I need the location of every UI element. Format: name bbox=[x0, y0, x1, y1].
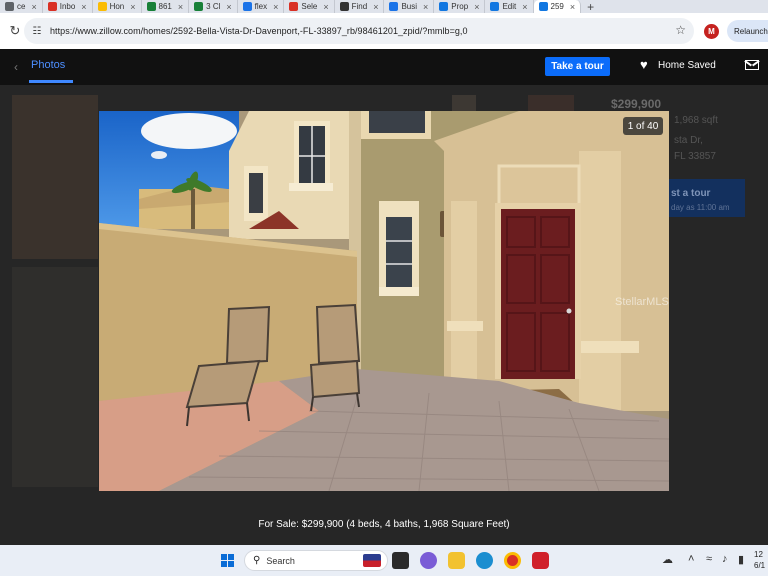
browser-tab[interactable]: 861 × bbox=[142, 0, 190, 13]
taskbar-search[interactable]: ⚲ Search bbox=[244, 550, 388, 571]
volume-icon[interactable]: ♪ bbox=[722, 553, 728, 565]
tab-favicon-icon bbox=[146, 2, 156, 11]
tab-favicon-icon bbox=[389, 2, 399, 11]
close-tab-icon[interactable]: × bbox=[273, 2, 278, 12]
tab-label: Find bbox=[351, 2, 368, 11]
clock-date: 6/1 bbox=[754, 561, 766, 570]
browser-tab[interactable]: 259 × bbox=[533, 0, 582, 13]
tab-label: Prop bbox=[451, 2, 469, 11]
tab-favicon-icon bbox=[289, 2, 299, 11]
tab-photos[interactable]: Photos bbox=[31, 59, 65, 71]
tab-label: 3 Cl bbox=[206, 2, 221, 11]
cloud-icon[interactable]: ☁ bbox=[662, 553, 673, 566]
browser-tab[interactable]: Sele × bbox=[284, 0, 335, 13]
mail-icon[interactable] bbox=[745, 60, 759, 70]
profile-avatar[interactable]: M bbox=[704, 24, 719, 39]
tab-label: 259 bbox=[550, 2, 564, 11]
tab-label: Busi bbox=[401, 2, 418, 11]
reload-icon[interactable]: ↻ bbox=[4, 23, 26, 39]
tab-favicon-icon bbox=[242, 2, 252, 11]
active-tab-indicator bbox=[29, 80, 73, 83]
heart-icon[interactable]: ♥ bbox=[640, 58, 648, 71]
search-label: Search bbox=[266, 555, 295, 566]
bg-price: $299,900 bbox=[611, 97, 662, 111]
tab-favicon-icon bbox=[97, 2, 107, 11]
tab-favicon-icon bbox=[47, 2, 57, 11]
close-tab-icon[interactable]: × bbox=[178, 2, 183, 12]
close-tab-icon[interactable]: × bbox=[81, 2, 86, 12]
browser-tab[interactable]: Prop × bbox=[434, 0, 486, 13]
photo-caption: For Sale: $299,900 (4 beds, 4 baths, 1,9… bbox=[258, 519, 510, 530]
omnibox[interactable]: ☷ https://www.zillow.com/homes/2592-Bell… bbox=[24, 18, 694, 44]
teams-chat-icon[interactable] bbox=[420, 552, 437, 569]
browser-tab[interactable]: flex × bbox=[238, 0, 285, 13]
relaunch-button[interactable]: Relaunch t bbox=[727, 20, 768, 42]
browser-tab[interactable]: ce × bbox=[0, 0, 43, 13]
mcafee-icon[interactable] bbox=[532, 552, 549, 569]
tab-favicon-icon bbox=[538, 2, 548, 11]
tab-favicon-icon bbox=[439, 2, 449, 11]
tab-label: Sele bbox=[301, 2, 318, 11]
tab-favicon-icon bbox=[5, 2, 14, 11]
browser-tab[interactable]: Edit × bbox=[485, 0, 534, 13]
tab-label: ce bbox=[17, 2, 26, 11]
back-arrow-icon[interactable]: ‹ bbox=[14, 60, 18, 74]
battery-icon[interactable]: ▮ bbox=[738, 553, 744, 566]
patio-photo-illustration: StellarMLS bbox=[99, 111, 669, 491]
clock[interactable]: 12 6/1 bbox=[754, 549, 765, 571]
windows-start-icon[interactable] bbox=[221, 554, 234, 567]
close-tab-icon[interactable]: × bbox=[522, 2, 527, 12]
close-tab-icon[interactable]: × bbox=[474, 2, 479, 12]
chrome-icon[interactable] bbox=[504, 552, 521, 569]
close-tab-icon[interactable]: × bbox=[373, 2, 378, 12]
browser-tab[interactable]: Inbo × bbox=[43, 0, 93, 13]
tab-label: 861 bbox=[158, 2, 172, 11]
listing-photo[interactable]: StellarMLS bbox=[99, 111, 669, 491]
browser-tab[interactable]: 3 Cl × bbox=[189, 0, 238, 13]
take-tour-button[interactable]: Take a tour bbox=[545, 57, 610, 76]
bookmark-star-icon[interactable]: ☆ bbox=[675, 23, 686, 37]
photo-counter: 1 of 40 bbox=[623, 117, 663, 135]
task-view-icon[interactable] bbox=[392, 552, 409, 569]
edge-icon[interactable] bbox=[476, 552, 493, 569]
clock-time: 12 bbox=[754, 550, 763, 559]
search-highlight-icon bbox=[363, 554, 381, 567]
bg-tour: st a tour bbox=[671, 188, 711, 199]
mls-watermark: StellarMLS bbox=[615, 296, 669, 308]
new-tab-button[interactable]: + bbox=[581, 0, 600, 13]
file-explorer-icon[interactable] bbox=[448, 552, 465, 569]
close-tab-icon[interactable]: × bbox=[323, 2, 328, 12]
address-bar: ↻ ☷ https://www.zillow.com/homes/2592-Be… bbox=[0, 13, 768, 49]
tab-favicon-icon bbox=[490, 2, 500, 11]
wifi-icon[interactable]: ≈ bbox=[706, 553, 712, 565]
search-icon: ⚲ bbox=[253, 555, 261, 566]
bg-street: sta Dr, bbox=[674, 135, 703, 146]
bg-tour-sub: day as 11:00 am bbox=[671, 203, 730, 212]
site-info-icon[interactable]: ☷ bbox=[30, 26, 44, 37]
close-tab-icon[interactable]: × bbox=[570, 2, 575, 12]
chevron-up-icon[interactable]: ˄ bbox=[688, 553, 694, 565]
close-tab-icon[interactable]: × bbox=[226, 2, 231, 12]
browser-tab[interactable]: Hon × bbox=[93, 0, 142, 13]
close-tab-icon[interactable]: × bbox=[31, 2, 36, 12]
close-tab-icon[interactable]: × bbox=[423, 2, 428, 12]
tab-strip: ce × Inbo × Hon × 861 × 3 Cl × flex × Sele × Find × Busi… bbox=[0, 0, 768, 13]
tab-label: Hon bbox=[109, 2, 125, 11]
browser-tab[interactable]: Busi × bbox=[384, 0, 435, 13]
tab-favicon-icon bbox=[194, 2, 204, 11]
taskbar: ⚲ Search ☁ ˄ ≈ ♪ ▮ 12 6/1 bbox=[0, 545, 768, 576]
bg-sqft: 1,968 sqft bbox=[674, 115, 718, 126]
tab-favicon-icon bbox=[339, 2, 349, 11]
close-tab-icon[interactable]: × bbox=[130, 2, 135, 12]
bg-city: FL 33857 bbox=[674, 151, 716, 162]
tab-label: flex bbox=[254, 2, 268, 11]
photo-viewer: $299,900 1,968 sqft sta Dr, FL 33857 st … bbox=[0, 49, 768, 545]
tab-label: Edit bbox=[502, 2, 517, 11]
home-saved-button[interactable]: Home Saved bbox=[658, 60, 716, 71]
browser-tab[interactable]: Find × bbox=[335, 0, 385, 13]
url-text[interactable]: https://www.zillow.com/homes/2592-Bella-… bbox=[50, 26, 468, 36]
viewer-top-bar: ‹ Photos Take a tour ♥ Home Saved bbox=[0, 49, 768, 85]
tab-label: Inbo bbox=[59, 2, 76, 11]
